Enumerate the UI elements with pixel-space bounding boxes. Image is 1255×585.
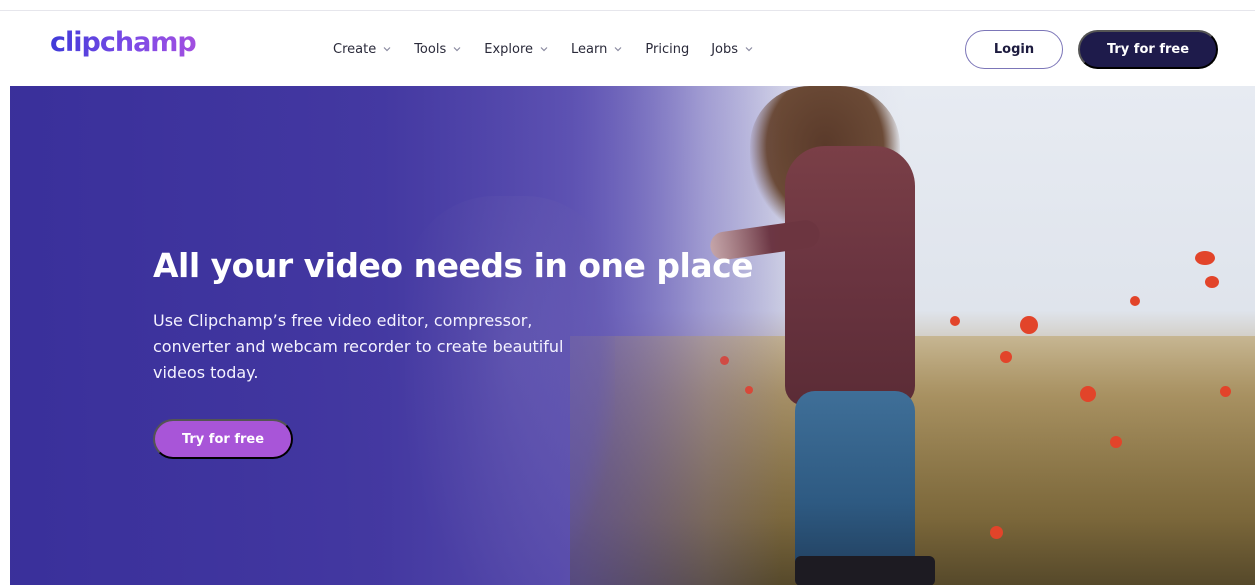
nav-item-label: Learn bbox=[571, 41, 608, 57]
try-for-free-header-button[interactable]: Try for free bbox=[1078, 30, 1218, 69]
chevron-down-icon bbox=[539, 44, 549, 54]
hero-section: All your video needs in one place Use Cl… bbox=[10, 86, 1255, 585]
nav-item-pricing[interactable]: Pricing bbox=[645, 42, 689, 57]
nav-item-label: Jobs bbox=[711, 41, 739, 57]
poppy-decoration bbox=[1205, 276, 1219, 288]
site-header: clipchamp Create Tools Explore Learn Pri… bbox=[0, 11, 1255, 86]
nav-item-label: Explore bbox=[484, 41, 534, 57]
poppy-decoration bbox=[990, 526, 1003, 539]
poppy-decoration bbox=[1000, 351, 1012, 363]
nav-item-create[interactable]: Create bbox=[333, 42, 392, 57]
poppy-decoration bbox=[1220, 386, 1231, 397]
poppy-decoration bbox=[1130, 296, 1140, 306]
poppy-decoration bbox=[1110, 436, 1122, 448]
clipchamp-logo[interactable]: clipchamp bbox=[50, 27, 197, 58]
nav-item-tools[interactable]: Tools bbox=[414, 42, 462, 57]
hero-subtitle: Use Clipchamp’s free video editor, compr… bbox=[153, 311, 564, 382]
chevron-down-icon bbox=[744, 44, 754, 54]
nav-item-label: Pricing bbox=[645, 41, 690, 57]
woman-jeans bbox=[795, 391, 915, 576]
woman-shirt bbox=[785, 146, 915, 406]
poppy-decoration bbox=[1195, 251, 1215, 265]
hero-title: All your video needs in one place bbox=[153, 246, 754, 285]
chevron-down-icon bbox=[613, 44, 623, 54]
poppy-decoration bbox=[720, 356, 729, 365]
main-nav: Create Tools Explore Learn Pricing Jobs bbox=[333, 38, 776, 60]
page: clipchamp Create Tools Explore Learn Pri… bbox=[0, 0, 1255, 585]
poppy-decoration bbox=[950, 316, 960, 326]
login-button[interactable]: Login bbox=[965, 30, 1063, 69]
poppy-decoration bbox=[745, 386, 753, 394]
poppy-decoration bbox=[1020, 316, 1038, 334]
poppy-decoration bbox=[1080, 386, 1096, 402]
chevron-down-icon bbox=[382, 44, 392, 54]
chevron-down-icon bbox=[452, 44, 462, 54]
nav-item-learn[interactable]: Learn bbox=[571, 42, 623, 57]
nav-item-label: Create bbox=[333, 41, 377, 57]
nav-item-explore[interactable]: Explore bbox=[484, 42, 549, 57]
try-for-free-hero-button[interactable]: Try for free bbox=[153, 419, 293, 459]
woman-boots bbox=[795, 556, 935, 585]
nav-item-label: Tools bbox=[414, 41, 447, 57]
nav-item-jobs[interactable]: Jobs bbox=[711, 42, 754, 57]
